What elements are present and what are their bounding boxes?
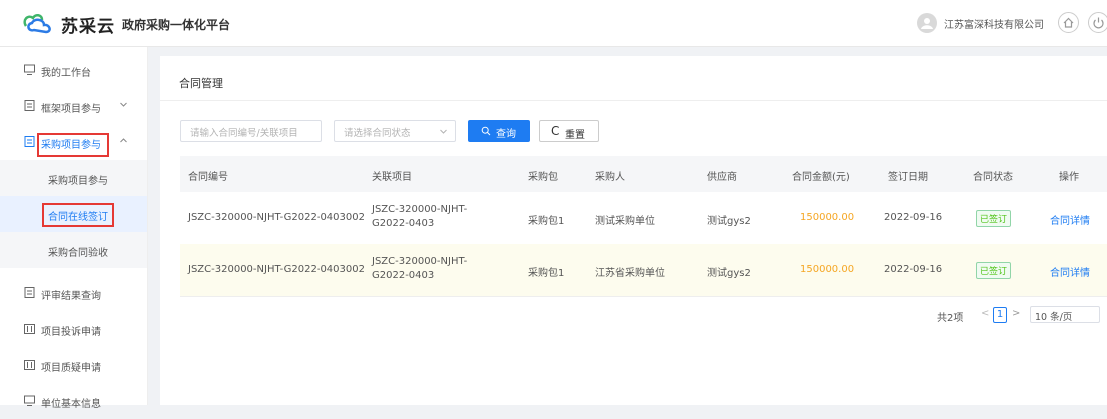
- user-avatar-icon[interactable]: [917, 13, 937, 33]
- table-header: 合同编号 关联项目 采购包 采购人 供应商 合同金额(元) 签订日期 合同状态 …: [180, 156, 1107, 192]
- column-header: 采购人: [595, 172, 625, 183]
- column-header: 关联项目: [372, 172, 412, 183]
- logo-icon: [23, 14, 51, 34]
- contract-detail-link[interactable]: 合同详情: [1050, 264, 1090, 279]
- column-header: 合同金额(元): [792, 172, 850, 183]
- purchaser: 江苏省采购单位: [595, 268, 665, 279]
- prev-page-icon[interactable]: <: [981, 308, 989, 326]
- related-project: JSZC-320000-NJHT-G2022-0403: [372, 256, 468, 281]
- home-icon[interactable]: [1058, 12, 1079, 33]
- contract-amount: 150000.00: [800, 264, 855, 275]
- page-number[interactable]: 1: [993, 307, 1007, 323]
- status-badge: 已签订: [976, 262, 1012, 279]
- contract-no: JSZC-320000-NJHT-G2022-0403002: [188, 264, 365, 275]
- package: 采购包1: [528, 216, 565, 227]
- sign-date: 2022-09-16: [884, 264, 943, 275]
- chevron-down-icon: [440, 129, 447, 134]
- sidebar-item-label: 采购项目参与: [48, 176, 108, 187]
- column-header: 操作: [1059, 172, 1079, 183]
- supplier: 测试gys2: [707, 216, 751, 227]
- sidebar-item-label: 采购合同验收: [48, 248, 108, 259]
- chevron-up-icon: [120, 138, 127, 143]
- refresh-icon: C: [551, 124, 560, 138]
- sidebar-item-label: 单位基本信息: [41, 399, 101, 410]
- search-button-label: 查询: [496, 129, 516, 140]
- doc-icon: [24, 287, 35, 298]
- sidebar-item-label: 项目质疑申请: [41, 363, 101, 374]
- sidebar-item-complaint[interactable]: 项目投诉申请: [0, 311, 147, 347]
- status-select[interactable]: 请选择合同状态: [334, 120, 456, 142]
- table-row: JSZC-320000-NJHT-G2022-0403002 JSZC-3200…: [180, 192, 1107, 245]
- sidebar: 我的工作台 框架项目参与 采购项目参与 采购项目参与 合同在线签订 采购合同验收…: [0, 47, 148, 410]
- next-page-icon[interactable]: >: [1012, 308, 1020, 326]
- contract-amount: 150000.00: [800, 212, 855, 223]
- input-placeholder: 请输入合同编号/关联项目: [190, 128, 298, 139]
- logo-text: 苏采云: [61, 17, 115, 37]
- purchaser: 测试采购单位: [595, 216, 655, 227]
- contract-no: JSZC-320000-NJHT-G2022-0403002: [188, 212, 365, 223]
- supplier: 测试gys2: [707, 268, 751, 279]
- calendar-icon: [24, 324, 35, 334]
- column-header: 合同编号: [188, 172, 228, 183]
- page-size-label: 10 条/页: [1035, 312, 1073, 323]
- doc-icon: [24, 136, 35, 147]
- reset-button-label: 重置: [565, 130, 585, 141]
- select-placeholder: 请选择合同状态: [344, 128, 411, 139]
- sidebar-item-label: 框架项目参与: [41, 104, 101, 115]
- sidebar-subitem-procurement[interactable]: 采购项目参与: [0, 160, 147, 196]
- package: 采购包1: [528, 268, 565, 279]
- sign-date: 2022-09-16: [884, 212, 943, 223]
- search-button[interactable]: 查询: [468, 120, 530, 142]
- column-header: 采购包: [528, 172, 558, 183]
- related-project: JSZC-320000-NJHT-G2022-0403: [372, 204, 468, 229]
- divider: [160, 100, 1107, 101]
- column-header: 合同状态: [973, 172, 1013, 183]
- highlight-box: [37, 133, 109, 157]
- monitor-icon: [24, 64, 35, 75]
- sidebar-item-label: 项目投诉申请: [41, 327, 101, 338]
- chevron-down-icon: [120, 102, 127, 107]
- main-panel: 合同管理 请输入合同编号/关联项目 请选择合同状态 查询 C 重置 合同编号 关…: [160, 56, 1107, 405]
- sidebar-item-label: 我的工作台: [41, 68, 91, 79]
- highlight-box: [42, 203, 114, 227]
- column-header: 签订日期: [888, 172, 928, 183]
- sidebar-item-workbench[interactable]: 我的工作台: [0, 52, 147, 88]
- search-icon: [481, 126, 491, 136]
- sidebar-item-review-results[interactable]: 评审结果查询: [0, 275, 147, 311]
- contract-detail-link[interactable]: 合同详情: [1050, 212, 1090, 227]
- company-name[interactable]: 江苏富深科技有限公司: [944, 16, 1044, 31]
- monitor-icon: [24, 395, 35, 406]
- page-title: 合同管理: [179, 77, 223, 90]
- sidebar-subitem-acceptance[interactable]: 采购合同验收: [0, 232, 147, 268]
- sidebar-item-framework[interactable]: 框架项目参与: [0, 88, 147, 124]
- power-icon[interactable]: [1088, 12, 1107, 33]
- contract-search-input[interactable]: 请输入合同编号/关联项目: [180, 120, 322, 142]
- pagination-total: 共2项: [937, 313, 964, 324]
- calendar-icon: [24, 360, 35, 370]
- top-header: 苏采云 政府采购一体化平台 江苏富深科技有限公司: [0, 0, 1107, 47]
- table-row: JSZC-320000-NJHT-G2022-0403002 JSZC-3200…: [180, 244, 1107, 297]
- platform-title: 政府采购一体化平台: [122, 18, 231, 32]
- doc-icon: [24, 100, 35, 111]
- reset-button[interactable]: C 重置: [539, 120, 599, 142]
- sidebar-item-label: 评审结果查询: [41, 291, 101, 302]
- status-badge: 已签订: [976, 210, 1012, 227]
- sidebar-item-unit-info[interactable]: 单位基本信息: [0, 383, 147, 419]
- page-size-select[interactable]: 10 条/页: [1030, 306, 1100, 323]
- column-header: 供应商: [707, 172, 737, 183]
- sidebar-item-query[interactable]: 项目质疑申请: [0, 347, 147, 383]
